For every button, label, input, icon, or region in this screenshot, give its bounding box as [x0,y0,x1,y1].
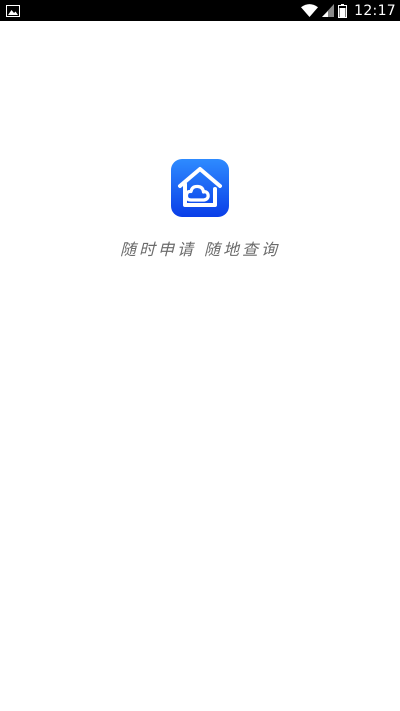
status-bar-left [6,4,20,17]
house-cloud-logo-icon [171,159,229,217]
splash-tagline: 随时申请 随地查询 [119,240,281,259]
battery-icon [338,3,348,18]
image-notification-icon [6,4,20,17]
status-time: 12:17 [354,2,396,19]
status-bar: 12:17 [0,0,400,21]
status-bar-right: 12:17 [301,3,396,19]
signal-icon [322,4,335,17]
wifi-icon [301,4,319,17]
